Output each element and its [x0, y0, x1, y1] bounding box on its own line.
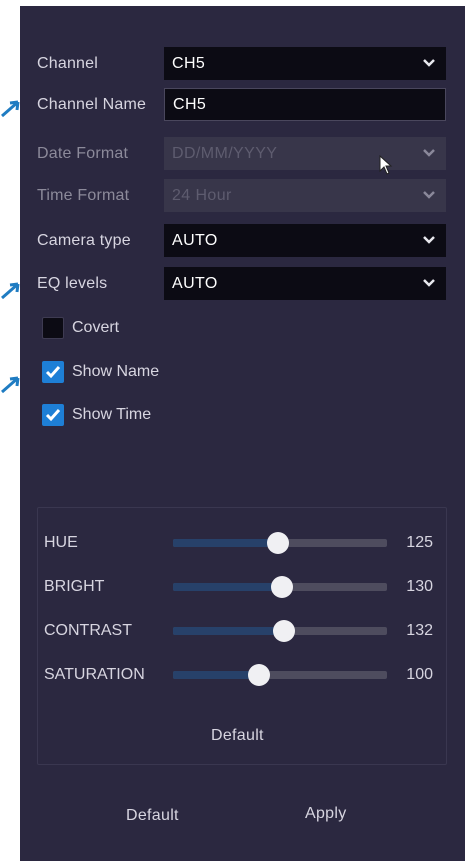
date-format-value: DD/MM/YYYY	[172, 144, 278, 162]
date-format-label: Date Format	[37, 144, 129, 162]
annotation-arrow-icon	[1, 100, 20, 118]
channel-name-value: CH5	[173, 95, 207, 113]
show-name-checkbox[interactable]: Show Name	[42, 359, 159, 385]
default-button[interactable]: Default	[126, 807, 179, 825]
bright-slider-fill	[173, 583, 283, 591]
chevron-down-icon	[423, 279, 435, 287]
checkmark-icon	[42, 404, 64, 426]
checkmark-icon	[42, 361, 64, 383]
chevron-down-icon	[423, 149, 435, 157]
image-default-button[interactable]: Default	[211, 727, 264, 745]
show-name-label: Show Name	[72, 363, 160, 380]
bright-label: BRIGHT	[44, 578, 105, 595]
saturation-slider-thumb[interactable]	[247, 664, 270, 686]
time-format-value: 24 Hour	[172, 186, 232, 204]
annotation-arrow-icon	[1, 376, 20, 394]
show-time-label: Show Time	[72, 406, 152, 423]
saturation-slider-row: SATURATION 100	[44, 662, 439, 688]
time-format-select[interactable]: 24 Hour	[164, 179, 446, 212]
bright-value: 130	[406, 578, 433, 595]
contrast-label: CONTRAST	[44, 622, 132, 639]
chevron-down-icon	[423, 59, 435, 67]
mouse-cursor-icon	[379, 155, 393, 175]
chevron-down-icon	[423, 236, 435, 244]
contrast-slider-fill	[173, 627, 285, 635]
annotation-arrow-icon	[1, 282, 20, 300]
show-time-checkbox[interactable]: Show Time	[42, 402, 151, 428]
channel-select[interactable]: CH5	[164, 47, 446, 80]
camera-type-select[interactable]: AUTO	[164, 224, 446, 257]
bright-slider[interactable]	[173, 576, 387, 598]
bright-slider-thumb[interactable]	[271, 576, 294, 598]
camera-type-value: AUTO	[172, 231, 218, 249]
hue-slider-thumb[interactable]	[266, 532, 289, 554]
chevron-down-icon	[423, 191, 435, 199]
bright-slider-row: BRIGHT 130	[44, 574, 439, 600]
channel-name-label: Channel Name	[37, 95, 147, 113]
hue-label: HUE	[44, 534, 78, 551]
saturation-slider[interactable]	[173, 664, 387, 686]
hue-slider-row: HUE 125	[44, 530, 439, 556]
contrast-slider[interactable]	[173, 620, 387, 642]
channel-name-input[interactable]: CH5	[164, 88, 446, 121]
covert-checkbox[interactable]: Covert	[42, 315, 119, 341]
hue-value: 125	[406, 534, 433, 551]
date-format-select[interactable]: DD/MM/YYYY	[164, 137, 446, 170]
apply-button[interactable]: Apply	[305, 805, 347, 823]
eq-levels-label: EQ levels	[37, 274, 108, 292]
checkbox-unchecked-icon	[42, 317, 64, 339]
channel-value: CH5	[172, 54, 206, 72]
contrast-slider-thumb[interactable]	[273, 620, 296, 642]
contrast-value: 132	[406, 622, 433, 639]
hue-slider[interactable]	[173, 532, 387, 554]
channel-label: Channel	[37, 54, 99, 72]
time-format-label: Time Format	[37, 186, 130, 204]
camera-type-label: Camera type	[37, 231, 131, 249]
eq-levels-select[interactable]: AUTO	[164, 267, 446, 300]
saturation-slider-fill	[173, 671, 259, 679]
eq-levels-value: AUTO	[172, 274, 218, 292]
saturation-value: 100	[406, 666, 433, 683]
hue-slider-fill	[173, 539, 278, 547]
contrast-slider-row: CONTRAST 132	[44, 618, 439, 644]
covert-label: Covert	[72, 319, 120, 336]
saturation-label: SATURATION	[44, 666, 145, 683]
